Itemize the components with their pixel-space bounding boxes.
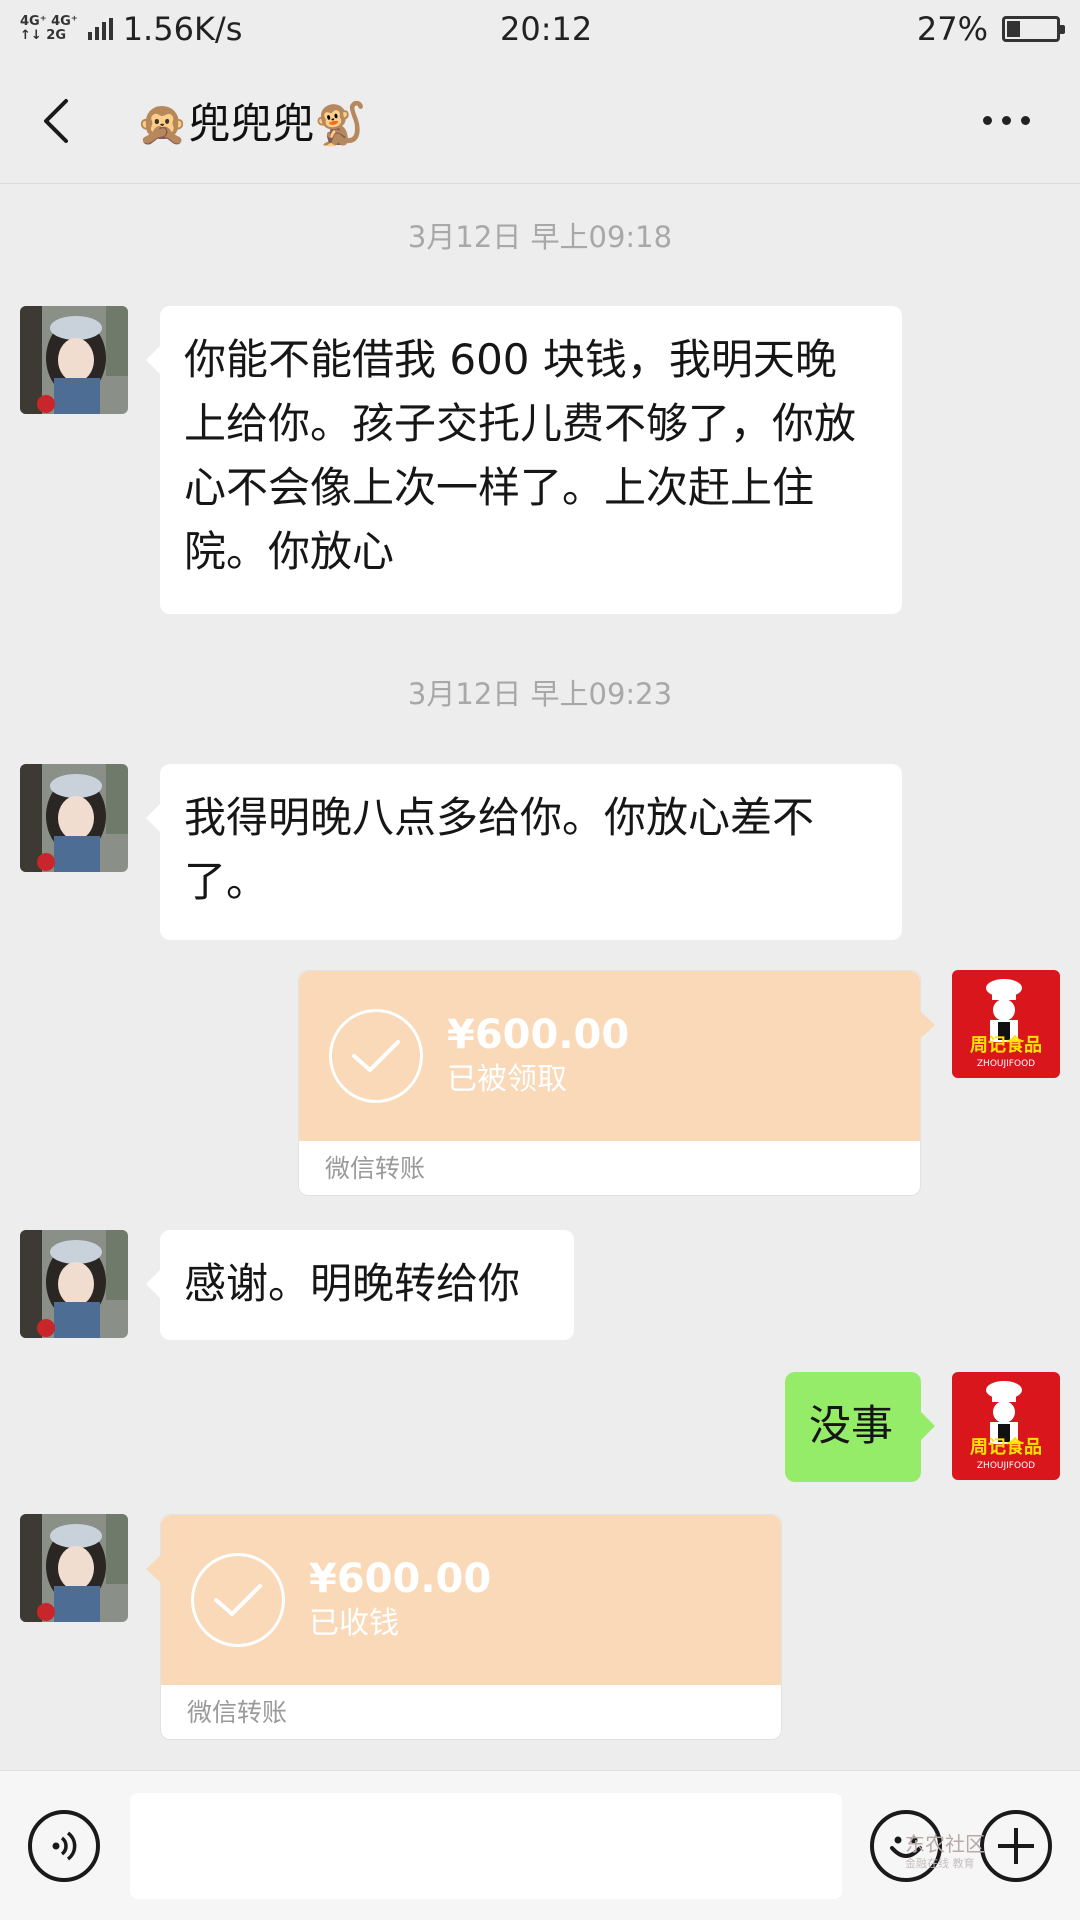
brand-subtext: ZHOUJIFOOD: [976, 1461, 1036, 1471]
network-type: 4G⁺ 4G⁺ ↑↓ 2G: [20, 15, 78, 43]
brand-text: 周记食品: [970, 1437, 1042, 1458]
message-bubble-outgoing[interactable]: 没事: [785, 1372, 935, 1482]
timestamp: 3月12日 早上09:23: [407, 677, 673, 711]
transfer-card-outgoing[interactable]: ¥600.00 已被领取 微信转账: [298, 970, 935, 1196]
message-text: 感谢。明晚转给你: [184, 1259, 521, 1308]
contact-avatar[interactable]: [20, 306, 128, 414]
back-button[interactable]: [30, 91, 80, 151]
message-bubble-incoming[interactable]: 我得明晚八点多给你。你放心差不了。: [146, 764, 902, 940]
watermark-subtitle: 金融在线 教育: [905, 1857, 975, 1870]
network-type-top: 4G⁺ 4G⁺: [20, 14, 78, 29]
plus-icon: [998, 1828, 1034, 1864]
more-icon: [983, 116, 992, 125]
contact-avatar-image: [20, 1230, 128, 1338]
contact-avatar[interactable]: [20, 1514, 128, 1622]
voice-icon: [52, 1831, 77, 1861]
more-button[interactable]: [963, 106, 1050, 135]
battery-icon: [1002, 16, 1065, 42]
transfer-card-body: ¥600.00 已被领取: [299, 971, 935, 1141]
status-right: 27%: [916, 10, 1065, 48]
contact-avatar[interactable]: [20, 1230, 128, 1338]
network-speed: 1.56K/s: [122, 10, 243, 48]
message-input[interactable]: [130, 1793, 842, 1899]
message-text: 没事: [809, 1401, 894, 1450]
transfer-info: ¥600.00 已被领取: [447, 1011, 629, 1101]
transfer-label: 微信转账: [325, 1154, 426, 1183]
own-avatar[interactable]: 周记食品 ZHOUJIFOOD: [952, 970, 1060, 1078]
transfer-status: 已收钱: [309, 1606, 399, 1641]
input-bar: 东农社区 金融在线 教育: [0, 1770, 1080, 1920]
watermark-title: 东农社区: [905, 1832, 985, 1856]
transfer-info: ¥600.00 已收钱: [309, 1555, 491, 1645]
check-icon: [191, 1553, 285, 1647]
battery-percent: 27%: [916, 10, 988, 48]
plus-button[interactable]: [980, 1810, 1052, 1882]
message-text: 我得明晚八点多给你。你放心差不了。: [184, 793, 815, 906]
timestamp: 3月12日 早上09:18: [407, 220, 673, 254]
contact-avatar-image: [20, 306, 128, 414]
transfer-label: 微信转账: [187, 1698, 288, 1727]
back-icon: [44, 98, 68, 143]
message-bubble-incoming[interactable]: 感谢。明晚转给你: [146, 1230, 574, 1340]
clock: 20:12: [500, 10, 593, 48]
contact-avatar[interactable]: [20, 764, 128, 872]
own-avatar[interactable]: 周记食品 ZHOUJIFOOD: [952, 1372, 1060, 1480]
network-type-bottom: ↑↓ 2G: [20, 28, 67, 43]
transfer-amount: ¥600.00: [447, 1012, 630, 1058]
signal-icon: [87, 18, 113, 40]
voice-button[interactable]: [28, 1810, 100, 1882]
message-bubble-incoming[interactable]: 你能不能借我 600 块钱，我明天晚上给你。孩子交托儿费不够了，你放心不会像上次…: [146, 306, 902, 614]
transfer-card-incoming[interactable]: ¥600.00 已收钱 微信转账: [146, 1514, 782, 1740]
check-icon: [329, 1009, 423, 1103]
contact-avatar-image: [20, 764, 128, 872]
brand-subtext: ZHOUJIFOOD: [976, 1059, 1036, 1069]
watermark: 东农社区 金融在线 教育: [905, 1834, 985, 1874]
brand-text: 周记食品: [970, 1035, 1042, 1056]
transfer-amount: ¥600.00: [309, 1556, 492, 1602]
chat-area[interactable]: 3月12日 早上09:18 你能不能借我 600 块钱，我明天晚上给你。孩子交托…: [0, 184, 1080, 1770]
chat-title: 🙊兜兜兜🐒: [136, 99, 367, 148]
message-text: 你能不能借我 600 块钱，我明天晚上给你。孩子交托儿费不够了，你放心不会像上次…: [184, 335, 857, 576]
chat-header: 🙊兜兜兜🐒: [0, 58, 1080, 184]
transfer-status: 已被领取: [447, 1062, 567, 1097]
status-bar: 4G⁺ 4G⁺ ↑↓ 2G 1.56K/s 20:12 27%: [0, 0, 1080, 58]
status-left: 4G⁺ 4G⁺ ↑↓ 2G 1.56K/s: [20, 10, 242, 48]
transfer-card-body: ¥600.00 已收钱: [146, 1515, 781, 1685]
contact-avatar-image: [20, 1514, 128, 1622]
battery-fill: [1007, 21, 1020, 37]
